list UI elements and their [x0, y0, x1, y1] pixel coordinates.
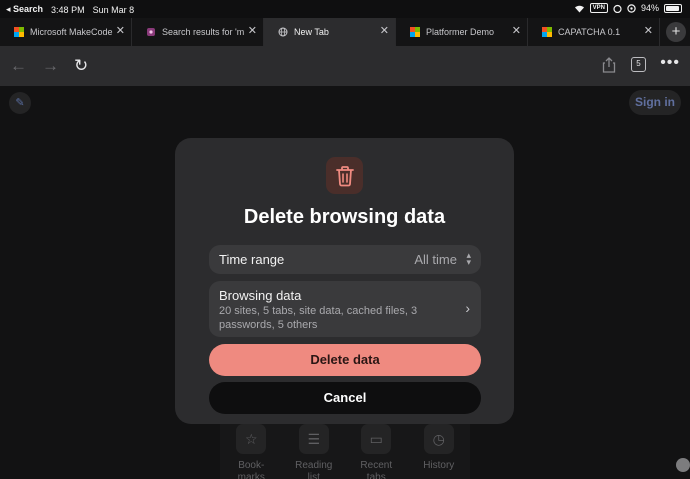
forward-arrow-icon[interactable]: →	[42, 56, 59, 76]
makecode-logo-icon	[542, 27, 552, 37]
reload-icon[interactable]: ↻	[74, 56, 88, 76]
close-icon[interactable]: ✕	[644, 26, 653, 37]
trash-icon	[335, 165, 354, 186]
browsing-data-summary: 20 sites, 5 tabs, site data, cached file…	[219, 305, 418, 331]
wifi-icon	[574, 5, 584, 12]
share-icon[interactable]	[602, 57, 616, 73]
browsing-data-label: Browsing data	[219, 288, 302, 303]
trash-badge	[326, 157, 363, 194]
status-bar: ◂ Search 3:48 PM Sun Mar 8 VPN 94%	[0, 0, 690, 18]
time-range-select[interactable]: Time range All time ▴ ▾	[209, 245, 481, 274]
cancel-button[interactable]: Cancel	[209, 382, 481, 414]
tab-switcher-button[interactable]: 5	[631, 57, 646, 72]
back-arrow-icon[interactable]: ←	[10, 56, 27, 76]
status-date: Sun Mar 8	[92, 4, 135, 15]
makecode-logo-icon	[14, 27, 24, 37]
close-icon[interactable]: ✕	[380, 26, 389, 37]
more-menu-icon[interactable]: •••	[660, 54, 680, 72]
delete-data-button[interactable]: Delete data	[209, 344, 481, 376]
time-range-label: Time range	[219, 252, 285, 267]
back-to-app-link[interactable]: ◂ Search	[6, 4, 43, 15]
orientation-lock-icon	[627, 3, 636, 13]
makecode-logo-icon	[410, 27, 420, 37]
tab-platformer-demo[interactable]: Platformer Demo ✕	[396, 18, 528, 46]
new-tab-button[interactable]: +	[666, 22, 686, 42]
chevron-up-down-icon: ▴ ▾	[466, 250, 471, 267]
browsing-data-row[interactable]: Browsing data 20 sites, 5 tabs, site dat…	[209, 281, 481, 337]
tab-microsoft-makecode[interactable]: Microsoft MakeCode ✕	[0, 18, 132, 46]
status-time: 3:48 PM	[51, 4, 85, 15]
alarm-icon	[613, 4, 622, 13]
dialog-title: Delete browsing data	[243, 206, 446, 228]
time-range-value: All time	[414, 252, 457, 267]
browser-toolbar: ← → ↻ 5 •••	[0, 46, 690, 86]
close-icon[interactable]: ✕	[248, 26, 257, 37]
tab-new-tab[interactable]: New Tab ✕	[264, 18, 396, 46]
tab-capatcha[interactable]: CAPATCHA 0.1 ✕	[528, 18, 660, 46]
tab-bar: Microsoft MakeCode ✕ Search results for …	[0, 18, 690, 46]
chevron-right-icon: ›	[465, 300, 470, 316]
close-icon[interactable]: ✕	[512, 26, 521, 37]
vpn-badge: VPN	[589, 3, 608, 13]
battery-percent: 94%	[640, 3, 659, 13]
delete-browsing-data-dialog: Delete browsing data Time range All time…	[175, 138, 514, 424]
close-icon[interactable]: ✕	[116, 26, 125, 37]
tab-search-results[interactable]: Search results for 'm ✕	[132, 18, 264, 46]
search-results-favicon-icon	[147, 28, 155, 36]
battery-icon	[664, 3, 682, 13]
globe-icon	[278, 27, 288, 37]
